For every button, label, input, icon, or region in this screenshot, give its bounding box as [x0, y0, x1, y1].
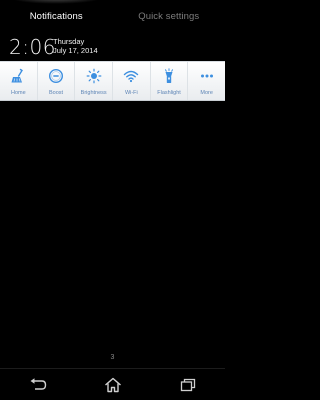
more-icon [200, 74, 213, 78]
home-icon [104, 377, 121, 393]
tab-quick-settings[interactable]: Quick settings [113, 0, 226, 32]
clock-day: Thursday [53, 37, 85, 46]
clock-date: July 17, 2014 [53, 46, 98, 55]
recent-apps-icon [180, 378, 195, 392]
qs-brightness-button[interactable]: Brightness [75, 62, 114, 100]
wifi-icon [124, 70, 139, 83]
clock-time: 2:06 [9, 35, 56, 59]
qs-boost-button[interactable]: Boost [38, 62, 76, 100]
navigation-bar [0, 368, 225, 400]
qs-wifi-button[interactable]: Wi-Fi [113, 62, 151, 100]
qs-more-label: More [200, 90, 213, 96]
qs-boost-label: Boost [48, 90, 64, 96]
back-icon [30, 378, 46, 390]
qs-home-button[interactable]: Home [0, 62, 38, 100]
back-button[interactable] [0, 369, 75, 400]
tab-notifications[interactable]: Notifications [0, 0, 113, 32]
recent-apps-button[interactable] [150, 369, 225, 400]
qs-flashlight-label: Flashlight [157, 90, 181, 96]
shade-tabs: Notifications Quick settings [0, 0, 225, 32]
home-button[interactable] [75, 369, 150, 400]
boost-icon [48, 68, 64, 84]
notification-shade: Notifications Quick settings 2:06 Thursd… [0, 0, 225, 400]
brightness-icon [86, 68, 102, 84]
qs-more-button[interactable]: More [188, 62, 225, 100]
flashlight-icon [165, 68, 174, 83]
broom-icon [11, 68, 24, 83]
quick-settings-panel: Home Boost Brightness Wi-Fi Flashlight M… [0, 61, 225, 101]
page-indicator: 3 [110, 354, 115, 361]
qs-flashlight-button[interactable]: Flashlight [151, 62, 189, 100]
qs-home-label: Home [11, 90, 26, 96]
date-block: Thursday July 17, 2014 [53, 37, 98, 55]
qs-wifi-label: Wi-Fi [124, 90, 138, 96]
qs-brightness-label: Brightness [80, 90, 107, 96]
